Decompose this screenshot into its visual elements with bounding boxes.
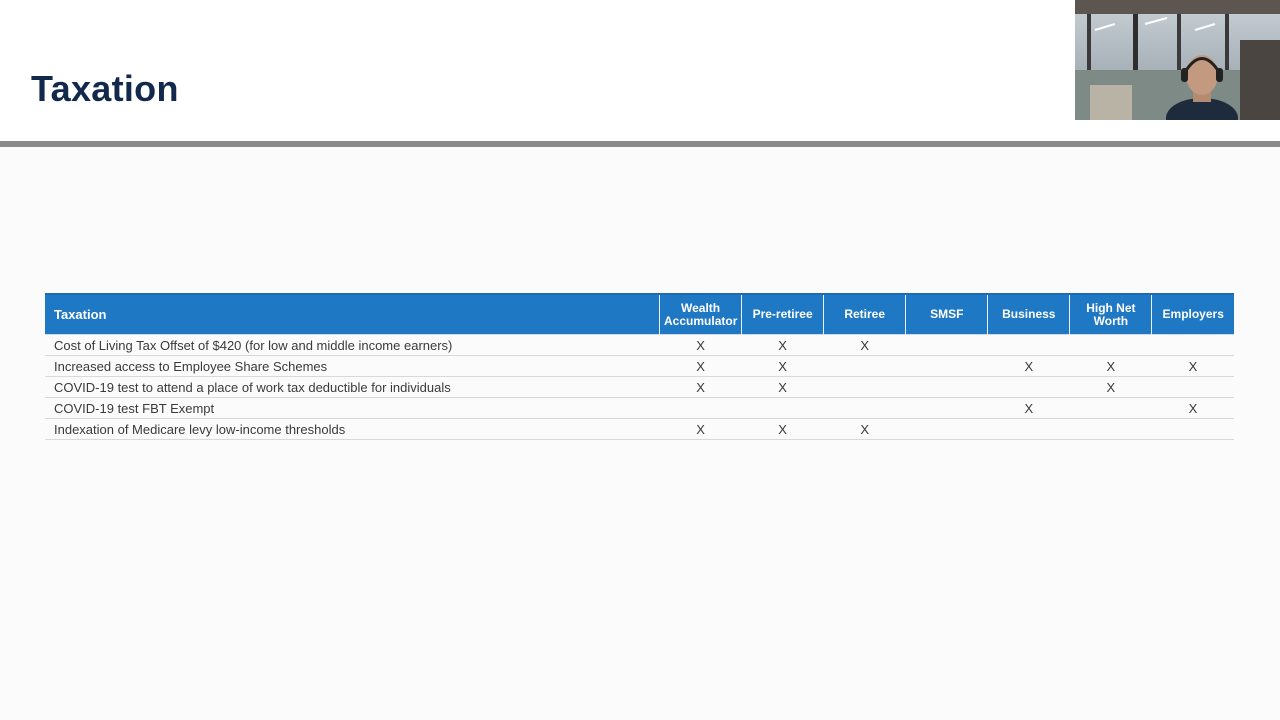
table-cell (823, 376, 906, 398)
table-cell: X (659, 418, 742, 440)
table-cell (741, 397, 824, 419)
table-cell: X (741, 334, 824, 356)
table-cell: X (741, 376, 824, 398)
row-label: Cost of Living Tax Offset of $420 (for l… (45, 334, 660, 356)
table-cell (987, 334, 1070, 356)
table-cell: X (1069, 376, 1152, 398)
table-cell (987, 418, 1070, 440)
table-cell (823, 397, 906, 419)
table-cell (905, 418, 988, 440)
row-label: COVID-19 test FBT Exempt (45, 397, 660, 419)
table-cell (1069, 397, 1152, 419)
taxation-table: Taxation Wealth Accumulator Pre-retiree R… (45, 293, 1234, 440)
table-cell (905, 397, 988, 419)
table-cell: X (1151, 397, 1234, 419)
table-cell: X (823, 334, 906, 356)
presenter-video-tile[interactable] (1075, 0, 1280, 120)
page-title: Taxation (31, 68, 179, 109)
table-cell: X (741, 418, 824, 440)
column-header-retiree: Retiree (823, 293, 907, 335)
column-header-pre-retiree: Pre-retiree (741, 293, 825, 335)
table-cell: X (659, 355, 742, 377)
table-cell: X (659, 376, 742, 398)
row-label: Increased access to Employee Share Schem… (45, 355, 660, 377)
column-header-employers: Employers (1151, 293, 1234, 335)
column-header-business: Business (987, 293, 1071, 335)
table-row: Increased access to Employee Share Schem… (45, 355, 1234, 377)
table-cell: X (823, 418, 906, 440)
table-cell (905, 355, 988, 377)
column-header-wealth-accumulator: Wealth Accumulator (659, 293, 743, 335)
table-cell: X (1151, 355, 1234, 377)
row-label: COVID-19 test to attend a place of work … (45, 376, 660, 398)
table-cell (987, 376, 1070, 398)
table-cell (1069, 418, 1152, 440)
table-cell (1151, 418, 1234, 440)
table-cell (1151, 334, 1234, 356)
column-header-high-net-worth: High Net Worth (1069, 293, 1153, 335)
table-cell: X (1069, 355, 1152, 377)
table-cell (905, 334, 988, 356)
presenter-video-icon (1075, 0, 1280, 120)
column-header-taxation: Taxation (45, 293, 661, 335)
table-cell (659, 397, 742, 419)
table-row: Indexation of Medicare levy low-income t… (45, 418, 1234, 440)
table-cell (905, 376, 988, 398)
table-cell: X (987, 397, 1070, 419)
table-cell: X (741, 355, 824, 377)
table-cell (1069, 334, 1152, 356)
table-row: Cost of Living Tax Offset of $420 (for l… (45, 334, 1234, 356)
row-label: Indexation of Medicare levy low-income t… (45, 418, 660, 440)
table-cell: X (659, 334, 742, 356)
table-cell: X (987, 355, 1070, 377)
table-cell (823, 355, 906, 377)
table-header-row: Taxation Wealth Accumulator Pre-retiree R… (45, 293, 1234, 335)
table-row: COVID-19 test to attend a place of work … (45, 376, 1234, 398)
table-row: COVID-19 test FBT Exempt X X (45, 397, 1234, 419)
column-header-smsf: SMSF (905, 293, 989, 335)
table-cell (1151, 376, 1234, 398)
